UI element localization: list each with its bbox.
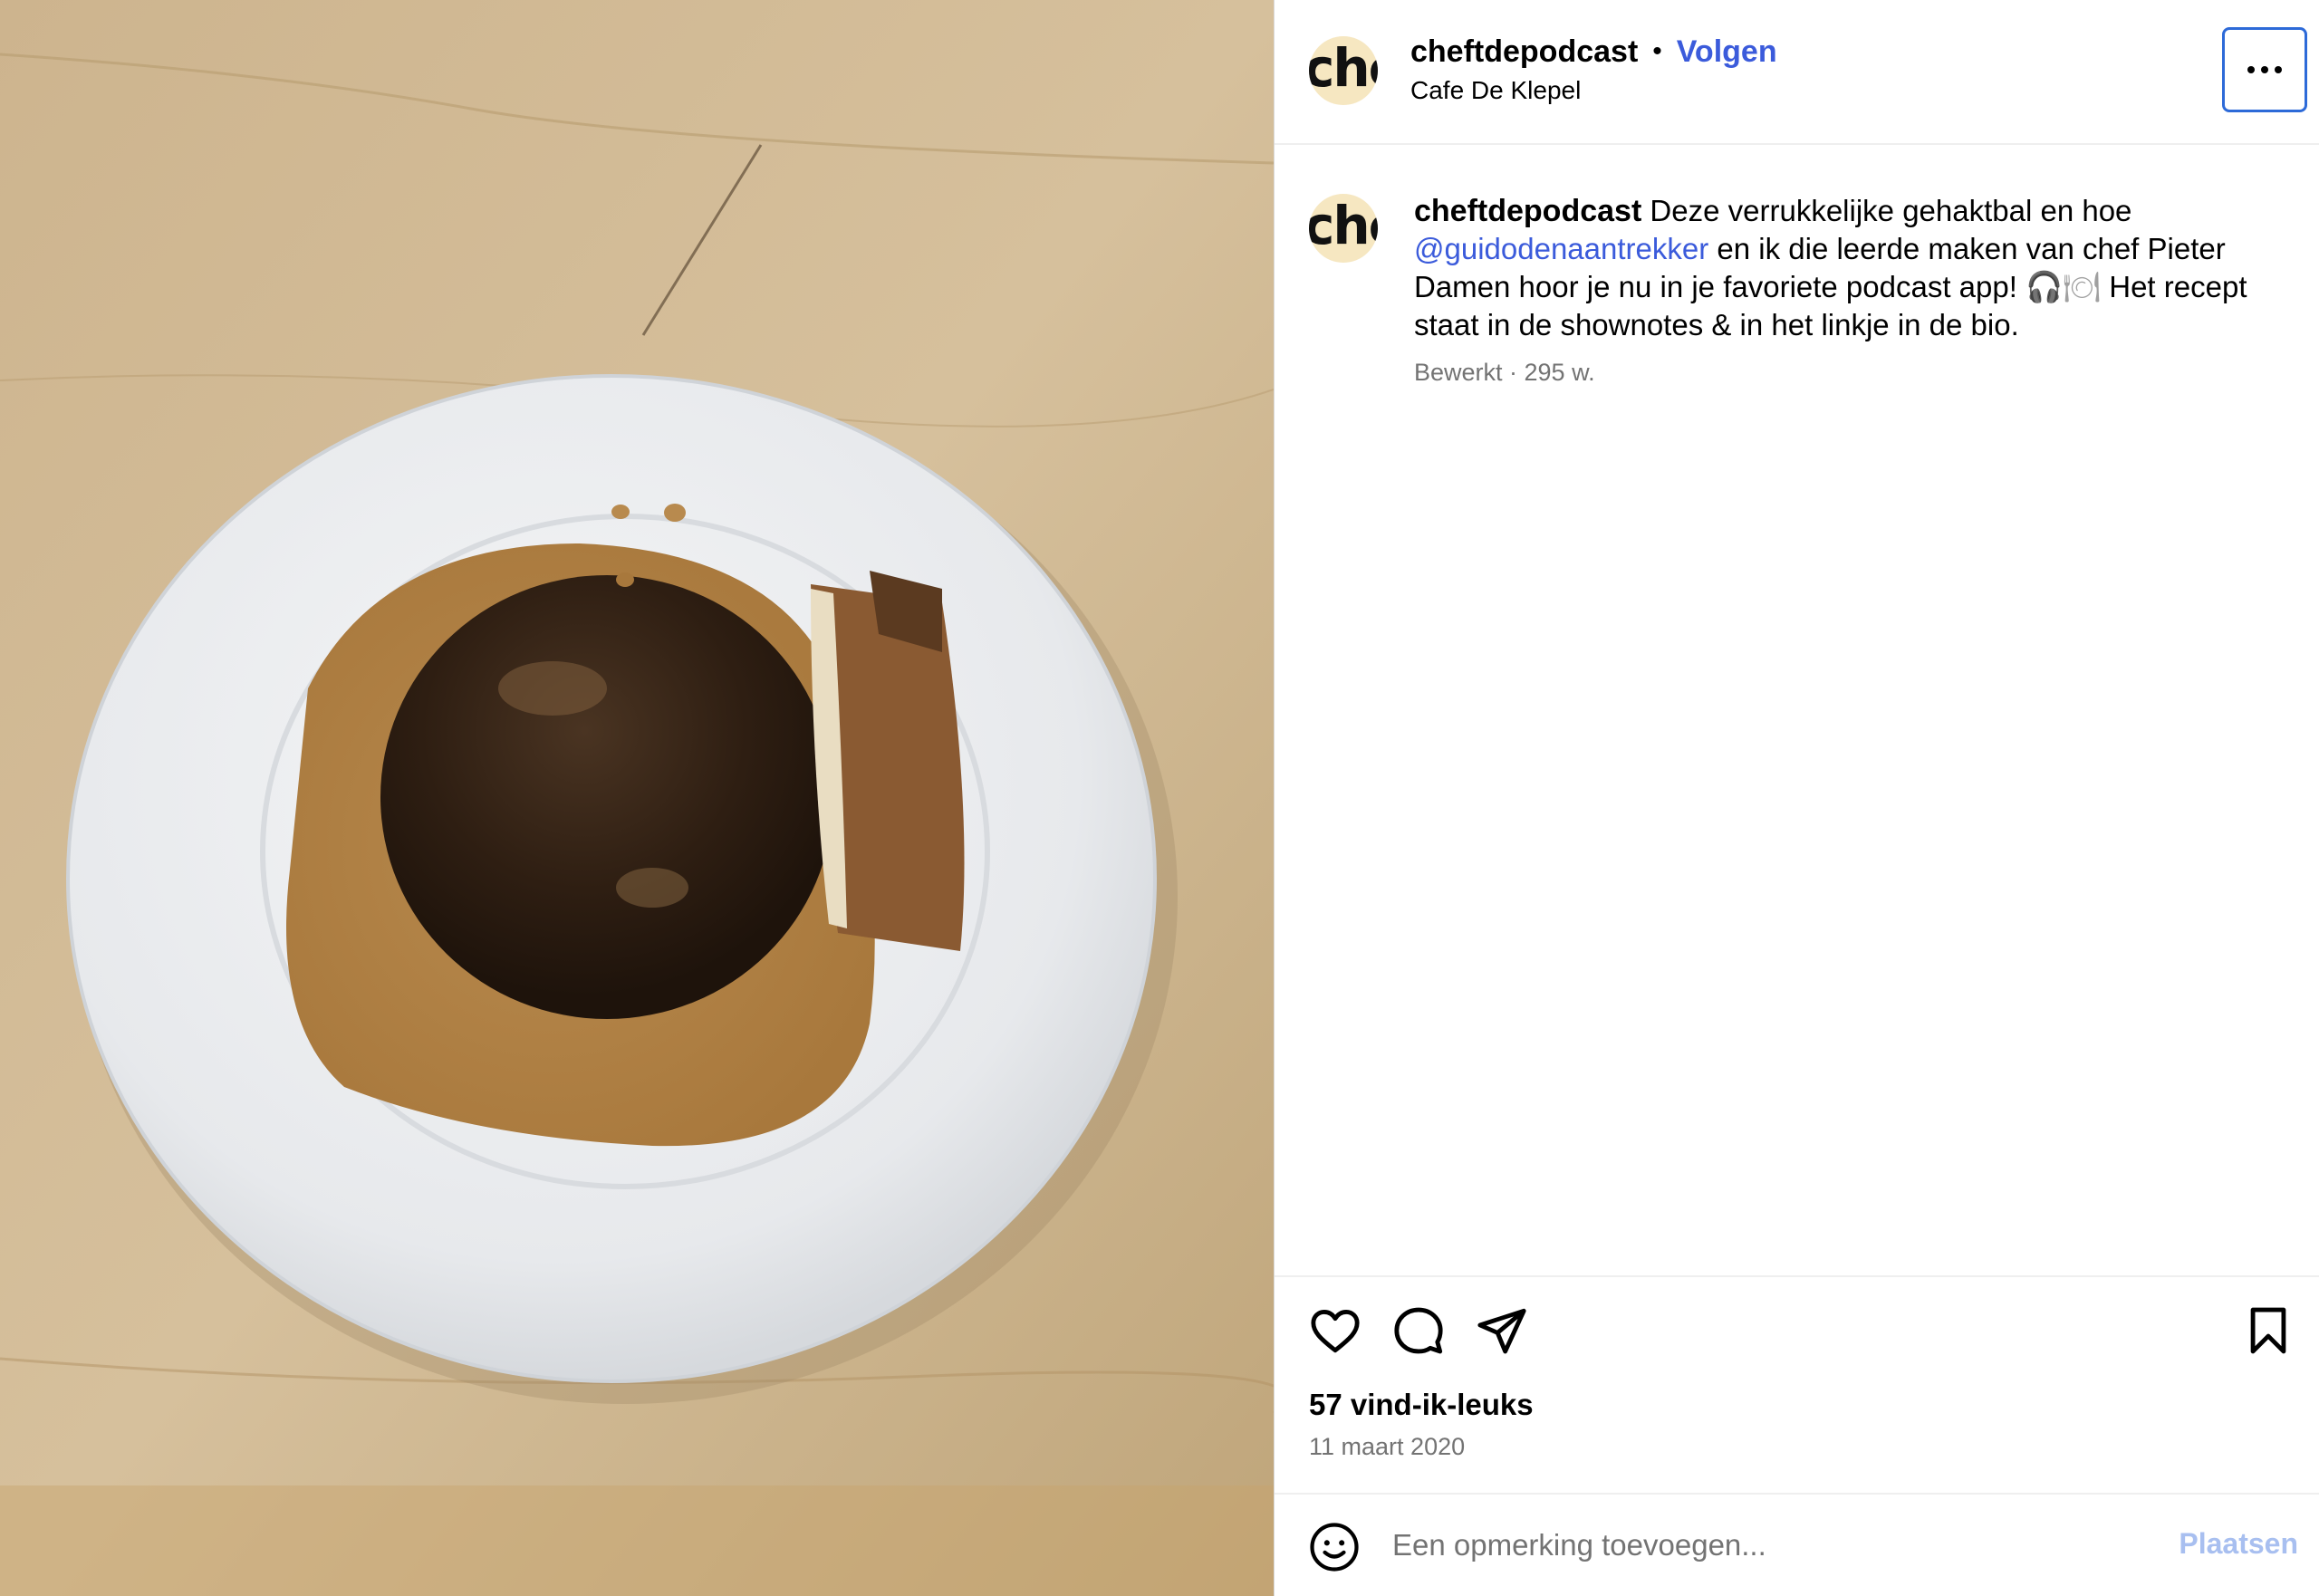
caption-username[interactable]: cheftdepodcast — [1414, 194, 1641, 228]
comment-input[interactable] — [1392, 1518, 2099, 1572]
smiley-icon — [1310, 1523, 1359, 1572]
share-button[interactable] — [1476, 1304, 1528, 1357]
emoji-button[interactable] — [1309, 1522, 1360, 1572]
caption-meta: Bewerkt · 295 w. — [1414, 359, 1595, 386]
header-username[interactable]: cheftdepodcast — [1410, 34, 1638, 70]
heart-icon — [1311, 1310, 1360, 1353]
comment-button[interactable] — [1392, 1304, 1445, 1357]
likes-count[interactable]: 57 vind-ik-leuks — [1309, 1388, 1534, 1422]
location-link[interactable]: Cafe De Klepel — [1410, 76, 1581, 105]
caption-text-part: Deze verrukkelijke gehaktbal en hoe — [1641, 194, 2132, 227]
post-date[interactable]: 11 maart 2020 — [1309, 1433, 1465, 1461]
more-horizontal-icon — [2247, 66, 2282, 73]
header-user-row: cheftdepodcast • Volgen — [1410, 33, 1777, 71]
more-options-button[interactable] — [2222, 27, 2307, 112]
like-button[interactable] — [1309, 1304, 1362, 1357]
separator-dot: • — [1652, 36, 1662, 66]
caption-avatar[interactable]: che — [1309, 194, 1378, 263]
post-header: che cheftdepodcast • Volgen Cafe De Klep… — [1275, 0, 2319, 145]
action-bar: 57 vind-ik-leuks 11 maart 2020 — [1275, 1275, 2319, 1493]
post-comment-button[interactable]: Plaatsen — [2171, 1527, 2298, 1561]
meatball-plate-image — [0, 0, 1274, 1596]
comment-icon — [1394, 1307, 1443, 1354]
follow-button[interactable]: Volgen — [1677, 34, 1777, 70]
bookmark-icon — [2250, 1307, 2286, 1354]
send-icon — [1477, 1308, 1526, 1354]
caption-text: cheftdepodcast Deze verrukkelijke gehakt… — [1414, 192, 2284, 344]
save-button[interactable] — [2242, 1304, 2295, 1357]
comment-bar: Plaatsen — [1275, 1493, 2319, 1596]
caption-mention[interactable]: @guidodenaantrekker — [1414, 232, 1708, 265]
caption-emoji: 🎧🍽 — [2026, 270, 2102, 303]
post-side-panel: che cheftdepodcast • Volgen Cafe De Klep… — [1274, 0, 2319, 1596]
avatar[interactable]: che — [1309, 36, 1378, 105]
post-photo[interactable] — [0, 0, 1274, 1596]
